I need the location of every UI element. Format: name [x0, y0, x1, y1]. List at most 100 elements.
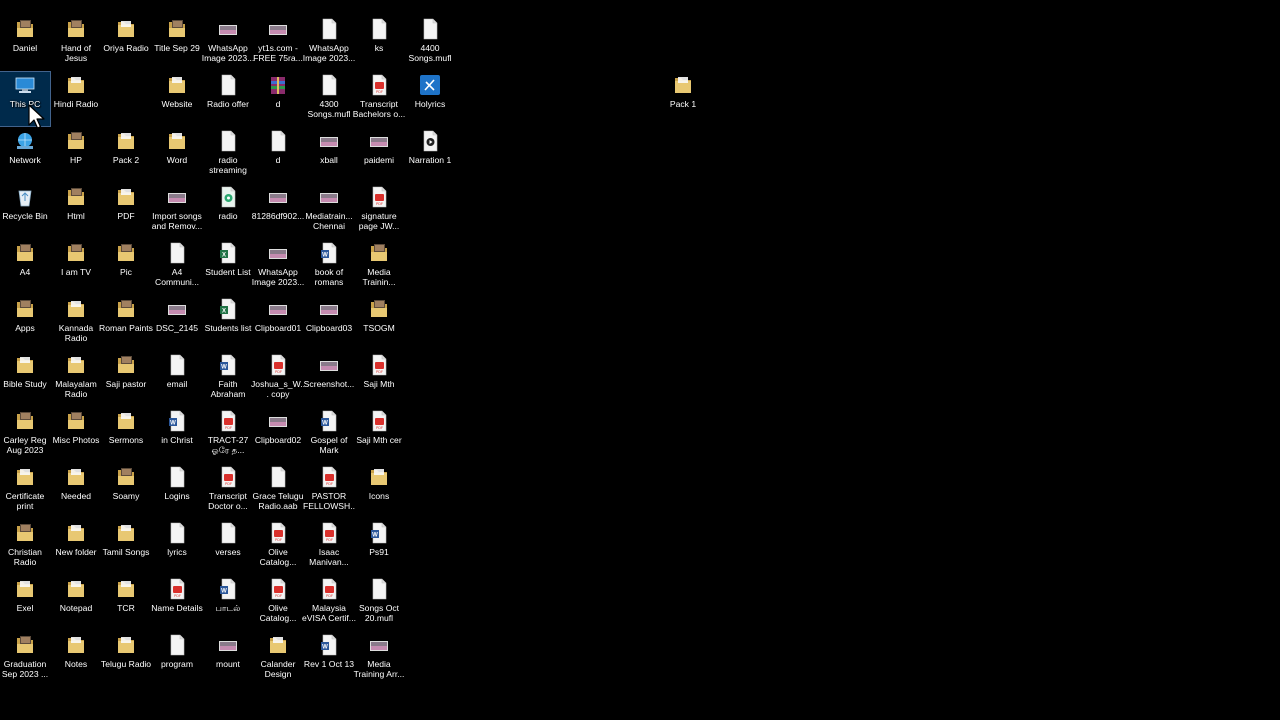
desktop-icon[interactable]: PDF Name Details	[151, 576, 203, 630]
desktop-icon[interactable]: X Students list	[203, 296, 253, 350]
desktop-icon[interactable]: PDF Isaac Manivan...	[304, 520, 354, 574]
desktop-icon[interactable]: A4	[0, 240, 50, 294]
desktop-icon[interactable]: PDF Transcript Doctor o...	[203, 464, 253, 518]
desktop-icon[interactable]: Clipboard01	[253, 296, 303, 350]
desktop-icon[interactable]: TCR	[101, 576, 151, 630]
desktop-icon[interactable]: Roman Paints	[99, 296, 153, 350]
desktop-icon[interactable]: PDF Transcript Bachelors o...	[353, 72, 405, 126]
desktop-icon[interactable]: PDF PASTOR FELLOWSH...	[303, 464, 355, 518]
desktop-icon[interactable]: radio streaming	[203, 128, 253, 182]
desktop-icon[interactable]: Pack 2	[101, 128, 151, 182]
desktop-icon[interactable]: Misc Photos	[51, 408, 101, 462]
desktop-icon[interactable]: W Faith Abraham	[203, 352, 253, 406]
desktop-icon[interactable]: Pic	[101, 240, 151, 294]
desktop-icon[interactable]: Recycle Bin	[0, 184, 50, 238]
desktop-icon[interactable]: PDF Olive Catalog...	[253, 520, 303, 574]
desktop-icon[interactable]: Icons	[354, 464, 404, 518]
desktop-icon[interactable]: Word	[152, 128, 202, 182]
desktop-icon[interactable]: Needed	[51, 464, 101, 518]
desktop-icon[interactable]: Network	[0, 128, 50, 182]
desktop[interactable]: Daniel This PC Network Recycle Bin A4 Apps Bib…	[0, 0, 1280, 720]
desktop-icon[interactable]: Christian Radio	[0, 520, 50, 574]
desktop-icon[interactable]: Carley Reg Aug 2023	[0, 408, 50, 462]
desktop-icon[interactable]: PDF	[101, 184, 151, 238]
desktop-icon[interactable]: Import songs and Remov...	[152, 184, 202, 238]
desktop-icon[interactable]: d	[253, 128, 303, 182]
desktop-icon[interactable]: A4 Communi...	[152, 240, 202, 294]
desktop-icon[interactable]: Apps	[0, 296, 50, 350]
desktop-icon[interactable]: Narration 1	[405, 128, 455, 182]
desktop-icon[interactable]: Screenshot...	[304, 352, 354, 406]
desktop-icon[interactable]: Radio offer	[203, 72, 253, 126]
desktop-icon[interactable]: 4300 Songs.mufl	[304, 72, 354, 126]
desktop-icon[interactable]: Win Christ	[152, 408, 202, 462]
desktop-icon[interactable]: I am TV	[51, 240, 101, 294]
desktop-icon[interactable]: 81286df902...	[252, 184, 304, 238]
desktop-icon[interactable]: Soamy	[101, 464, 151, 518]
desktop-icon[interactable]: DSC_2145	[152, 296, 202, 350]
file-icon	[265, 466, 291, 488]
desktop-icon[interactable]: Html	[51, 184, 101, 238]
desktop-icon[interactable]: Certificate print	[0, 464, 50, 518]
desktop-icon[interactable]: PDF Saji Mth	[354, 352, 404, 406]
desktop-icon[interactable]: W Gospel of Mark	[304, 408, 354, 462]
desktop-icon[interactable]: lyrics	[152, 520, 202, 574]
desktop-icon[interactable]: Grace Telugu Radio.aab	[253, 464, 303, 518]
desktop-icon[interactable]: yt1s.com - FREE 75ra...	[253, 16, 303, 70]
desktop-icon[interactable]: Malayalam Radio	[51, 352, 101, 406]
desktop-icon[interactable]: email	[152, 352, 202, 406]
desktop-icon[interactable]: xball	[304, 128, 354, 182]
desktop-icon[interactable]: Calander Design	[253, 632, 303, 686]
desktop-icon[interactable]: WhatsApp Image 2023...	[202, 16, 254, 70]
desktop-icon[interactable]: Hindi Radio	[51, 72, 101, 126]
desktop-icon[interactable]: Mediatrain... Chennai	[304, 184, 354, 238]
desktop-icon[interactable]: 4400 Songs.mufl	[405, 16, 455, 70]
desktop-icon[interactable]: Clipboard03	[304, 296, 354, 350]
desktop-icon[interactable]: WhatsApp Image 2023...	[303, 16, 355, 70]
desktop-icon[interactable]: PDF TRACT-27 ஓரே த...	[203, 408, 253, 462]
desktop-icon[interactable]: Graduation Sep 2023 ...	[0, 632, 50, 686]
desktop-icon[interactable]: program	[152, 632, 202, 686]
desktop-icon[interactable]: Notes	[51, 632, 101, 686]
desktop-icon[interactable]: Holyrics	[405, 72, 455, 126]
desktop-icon[interactable]: Pack 1	[658, 72, 708, 126]
desktop-icon[interactable]: HP	[51, 128, 101, 182]
desktop-icon[interactable]: PDF Saji Mth cer	[354, 408, 404, 462]
desktop-icon[interactable]: radio	[203, 184, 253, 238]
desktop-icon[interactable]: X Student List	[203, 240, 253, 294]
desktop-icon[interactable]: mount	[203, 632, 253, 686]
desktop-icon[interactable]: paidemi	[354, 128, 404, 182]
desktop-icon[interactable]: Bible Study	[0, 352, 50, 406]
desktop-icon[interactable]: PDF Malaysia eVISA Certif...	[302, 576, 356, 630]
desktop-icon[interactable]: TSOGM	[354, 296, 404, 350]
desktop-icon[interactable]: Daniel	[0, 16, 50, 70]
desktop-icon[interactable]: Media Trainin...	[354, 240, 404, 294]
desktop-icon[interactable]: Kannada Radio	[51, 296, 101, 350]
desktop-icon[interactable]: Tamil Songs	[101, 520, 151, 574]
desktop-icon[interactable]: Website	[152, 72, 202, 126]
desktop-icon[interactable]: Title Sep 29	[152, 16, 202, 70]
desktop-icon[interactable]: Logins	[152, 464, 202, 518]
desktop-icon[interactable]: Oriya Radio	[101, 16, 151, 70]
desktop-icon[interactable]: Clipboard02	[253, 408, 303, 462]
desktop-icon[interactable]: WhatsApp Image 2023...	[252, 240, 304, 294]
desktop-icon[interactable]: ks	[354, 16, 404, 70]
desktop-icon[interactable]: PDF Olive Catalog...	[253, 576, 303, 630]
desktop-icon[interactable]: Wbook of romans	[304, 240, 354, 294]
desktop-icon[interactable]: d	[253, 72, 303, 126]
desktop-icon[interactable]: Hand of Jesus	[51, 16, 101, 70]
desktop-icon[interactable]: verses	[203, 520, 253, 574]
desktop-icon[interactable]: Telugu Radio	[101, 632, 151, 686]
desktop-icon[interactable]: PDF Joshua_s_W... copy	[251, 352, 305, 406]
desktop-icon[interactable]: PDF signature page JW...	[354, 184, 404, 238]
desktop-icon[interactable]: Media Training Arr...	[354, 632, 404, 686]
desktop-icon[interactable]: Songs Oct 20.mufl	[354, 576, 404, 630]
desktop-icon[interactable]: W பாடல்	[203, 576, 253, 630]
desktop-icon[interactable]: W Ps91	[354, 520, 404, 574]
desktop-icon[interactable]: Sermons	[101, 408, 151, 462]
desktop-icon[interactable]: Exel	[0, 576, 50, 630]
desktop-icon[interactable]: W Rev 1 Oct 13	[304, 632, 354, 686]
desktop-icon[interactable]: Saji pastor	[101, 352, 151, 406]
desktop-icon[interactable]: New folder	[51, 520, 101, 574]
desktop-icon[interactable]: Notepad	[51, 576, 101, 630]
